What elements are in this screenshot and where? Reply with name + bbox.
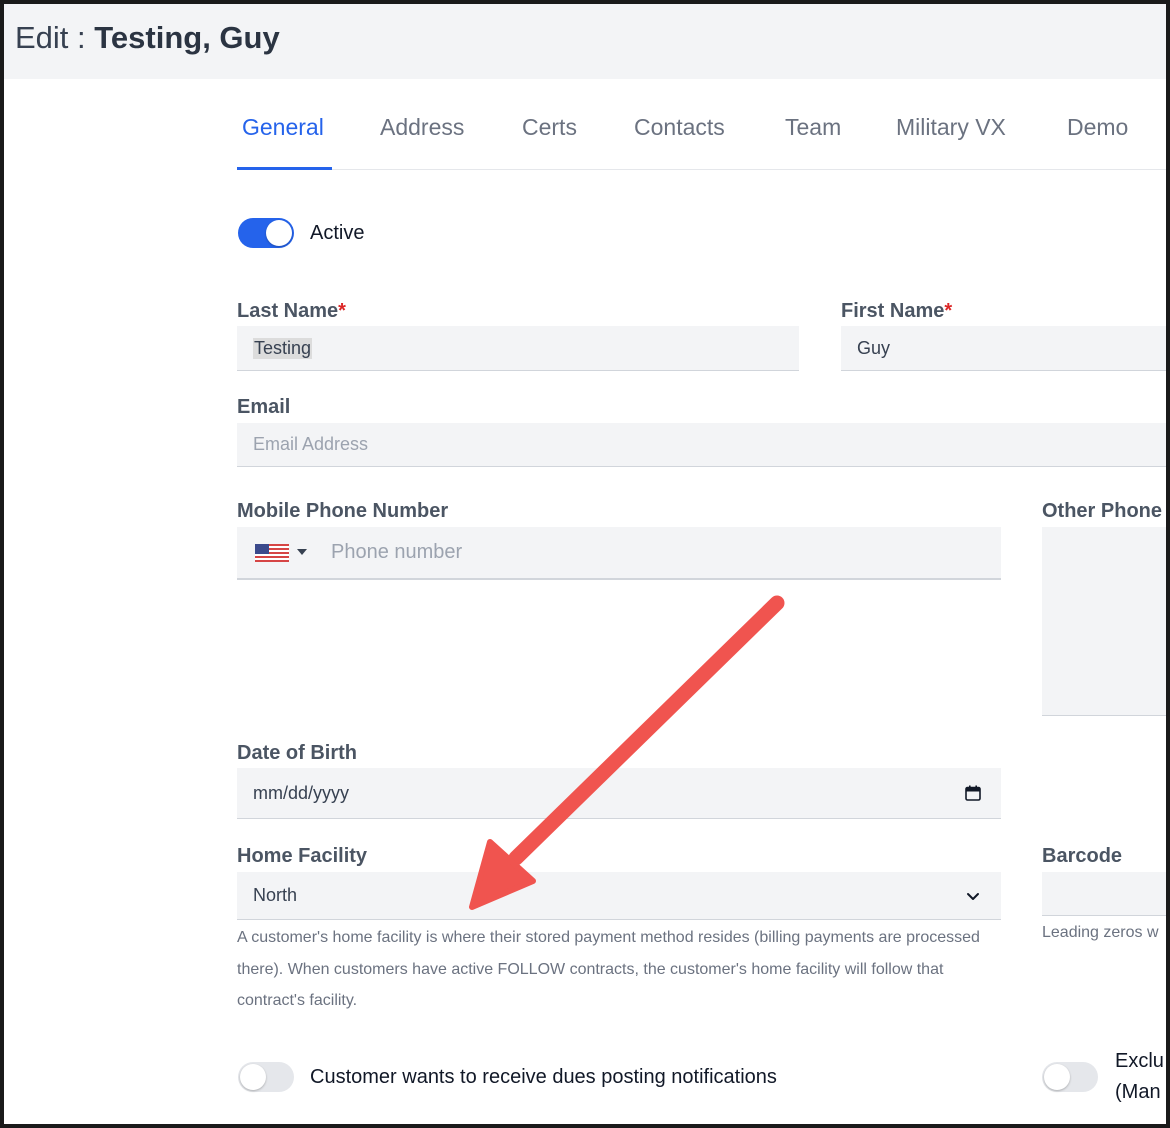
customer-name: Testing, Guy (94, 20, 280, 55)
first-name-label-text: First Name (841, 300, 945, 322)
tab-contacts[interactable]: Contacts (634, 114, 725, 141)
us-flag-icon[interactable] (255, 544, 289, 567)
required-mark: * (944, 300, 953, 322)
chevron-down-icon (965, 888, 981, 909)
barcode-label: Barcode (1042, 845, 1123, 867)
dues-notifications-label: Customer wants to receive dues posting n… (310, 1066, 777, 1088)
first-name-value: Guy (857, 337, 891, 358)
tab-certs[interactable]: Certs (522, 114, 577, 141)
active-tab-indicator (237, 167, 332, 170)
app-frame: Edit : Testing, Guy General Address Cert… (4, 4, 1166, 1124)
dues-notifications-toggle[interactable] (238, 1062, 294, 1092)
title-prefix: Edit : (15, 20, 95, 55)
toggle-knob (240, 1064, 266, 1090)
page-header: Edit : Testing, Guy (4, 4, 1166, 79)
exclude-label-line1: Exclu (1115, 1050, 1164, 1072)
dob-label: Date of Birth (237, 742, 357, 764)
tab-demo[interactable]: Demo (1067, 114, 1128, 141)
tab-address[interactable]: Address (380, 114, 464, 141)
active-toggle[interactable] (238, 218, 294, 248)
home-facility-help: A customer's home facility is where thei… (237, 929, 980, 1009)
phone-placeholder: Phone number (331, 541, 463, 563)
home-facility-label: Home Facility (237, 845, 368, 867)
home-facility-select[interactable]: North (237, 872, 1001, 920)
barcode-input[interactable] (1042, 872, 1166, 916)
tab-team[interactable]: Team (785, 114, 841, 141)
tab-military-vx[interactable]: Military VX (896, 114, 1006, 141)
barcode-help: Leading zeros w (1042, 924, 1159, 941)
other-phone-input[interactable] (1042, 527, 1166, 716)
chevron-down-icon[interactable] (297, 549, 307, 555)
exclude-toggle[interactable] (1042, 1062, 1098, 1092)
home-facility-value: North (253, 885, 298, 905)
page-title: Edit : Testing, Guy (15, 20, 280, 56)
required-mark: * (338, 300, 346, 322)
phone-number-input[interactable]: Phone number (319, 527, 1001, 578)
last-name-input[interactable]: Testing (237, 326, 799, 371)
email-label: Email (237, 396, 291, 418)
tab-bar: General Address Certs Contacts Team Mili… (237, 94, 1166, 170)
mobile-phone-label: Mobile Phone Number (237, 500, 449, 522)
active-toggle-label: Active (310, 222, 365, 244)
dob-placeholder: mm/dd/yyyy (253, 782, 350, 803)
toggle-knob (1044, 1064, 1070, 1090)
other-phone-label: Other Phone (1042, 500, 1163, 522)
first-name-label: First Name* (841, 300, 952, 323)
toggle-knob (266, 220, 292, 246)
dob-input[interactable]: mm/dd/yyyy (237, 768, 1001, 819)
first-name-input[interactable]: Guy (841, 326, 1166, 371)
exclude-label-line2: (Man (1115, 1081, 1161, 1103)
email-placeholder: Email Address (253, 434, 369, 454)
last-name-value: Testing (253, 337, 313, 359)
last-name-label-text: Last Name (237, 300, 339, 322)
mobile-phone-field: Phone number (237, 527, 1001, 580)
calendar-icon[interactable] (965, 785, 981, 806)
last-name-label: Last Name* (237, 300, 346, 323)
email-input[interactable]: Email Address (237, 423, 1166, 467)
tab-general[interactable]: General (242, 114, 324, 141)
